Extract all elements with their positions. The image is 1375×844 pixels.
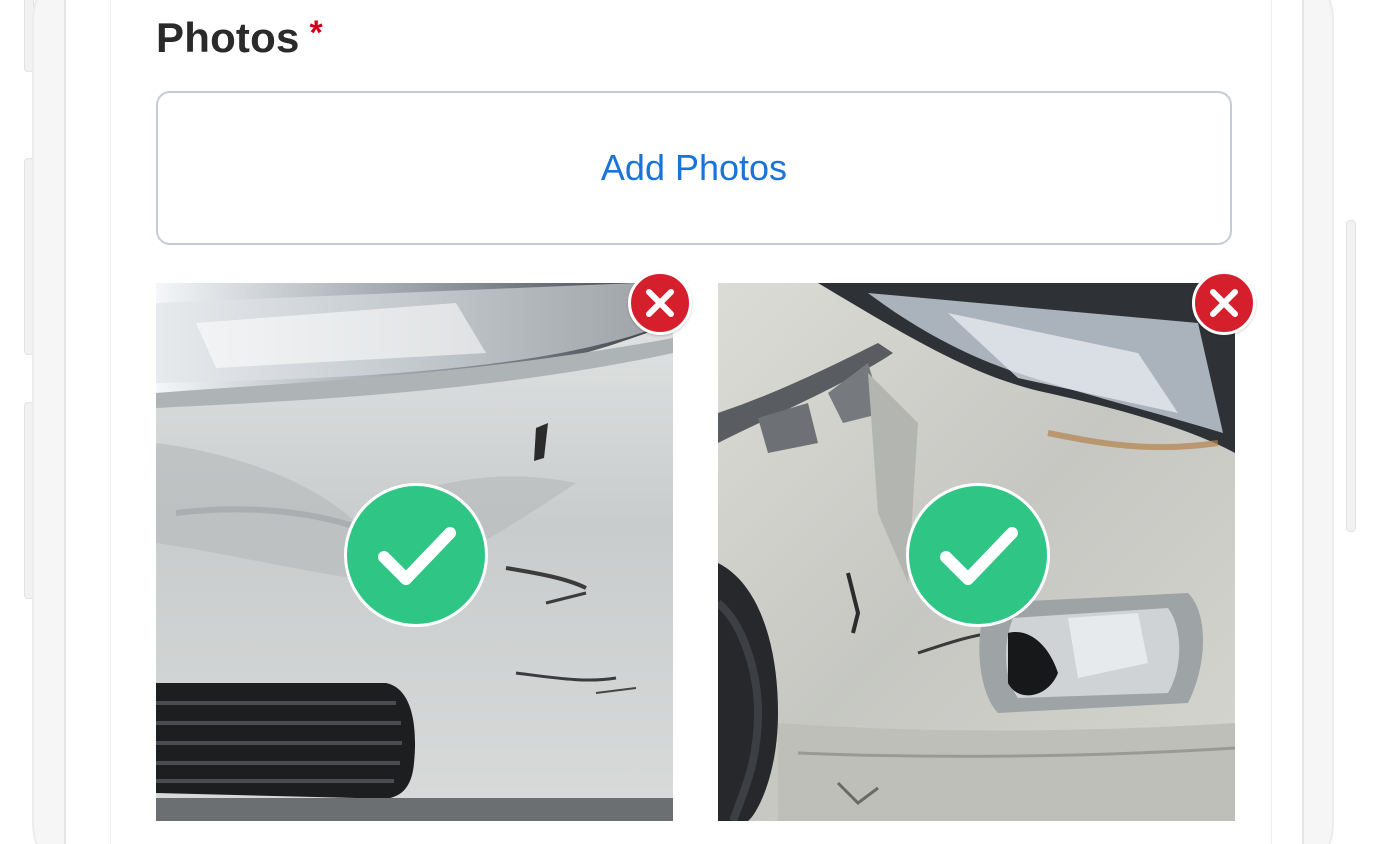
upload-success-badge bbox=[906, 483, 1050, 627]
add-photos-label: Add Photos bbox=[600, 147, 788, 188]
check-icon bbox=[378, 527, 456, 585]
photos-title-text: Photos bbox=[156, 14, 300, 61]
remove-photo-button[interactable] bbox=[1192, 271, 1256, 335]
upload-success-badge bbox=[344, 483, 488, 627]
photo-thumbnail-1[interactable] bbox=[156, 271, 692, 821]
app-screen: Photos * Add Photos bbox=[0, 0, 1375, 844]
close-icon bbox=[646, 289, 674, 317]
add-photos-button[interactable]: Add Photos bbox=[156, 91, 1232, 245]
close-icon bbox=[1210, 289, 1238, 317]
device-power-button bbox=[1346, 220, 1356, 532]
photo-thumbnail-2[interactable] bbox=[718, 271, 1256, 821]
check-icon bbox=[940, 527, 1018, 585]
required-indicator: * bbox=[309, 14, 323, 52]
remove-photo-button[interactable] bbox=[628, 271, 692, 335]
photos-section-title: Photos * bbox=[156, 14, 323, 62]
